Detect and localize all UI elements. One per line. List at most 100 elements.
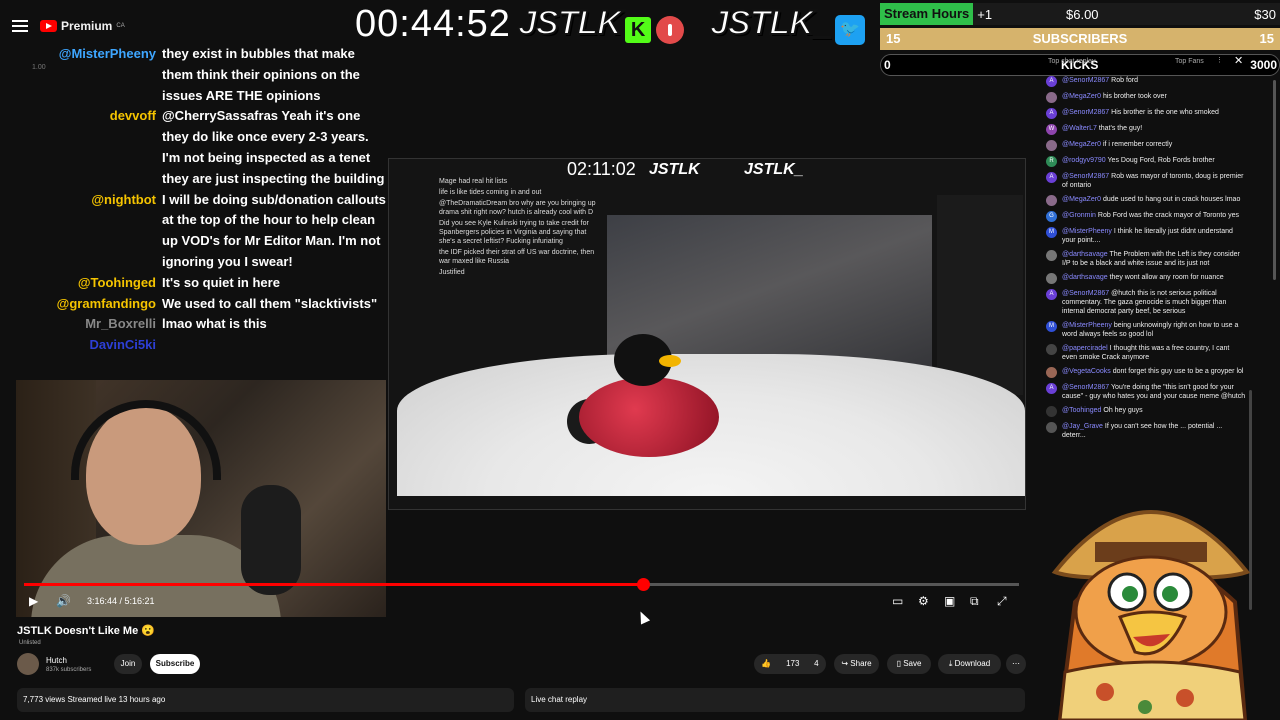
subscribers-bar: SUBSCRIBERS 15 15	[880, 28, 1280, 50]
channel-name[interactable]: Hutch	[46, 656, 67, 665]
chat-avatar[interactable]: A	[1046, 108, 1057, 119]
chat-username[interactable]: @MegaZer0	[1062, 93, 1101, 100]
chat-avatar[interactable]	[1046, 140, 1057, 151]
play-button[interactable]: ▶	[29, 594, 38, 608]
subscribe-button[interactable]: Subscribe	[150, 654, 200, 674]
overlay-chat-message: @gramfandingo We used to call them "slack…	[20, 294, 390, 315]
record-icon	[655, 15, 684, 44]
twitter-brand-text: JSTLK_	[709, 3, 833, 43]
cast-button[interactable]: ⧉	[970, 594, 979, 608]
chat-username[interactable]: @VegetaCooks	[1062, 368, 1111, 375]
chat-text: they wont allow any room for nuance	[1109, 274, 1224, 281]
channel-avatar[interactable]	[17, 653, 39, 675]
video-title-text: JSTLK Doesn't Like Me	[17, 625, 139, 637]
chat-avatar[interactable]	[1046, 422, 1057, 433]
chat-username[interactable]: @darthsavage	[1062, 251, 1108, 258]
fullscreen-button[interactable]: ⤢	[997, 594, 1007, 608]
chat-username[interactable]: @SenorM2867	[1062, 109, 1109, 116]
chat-message: W @WalterL7 that's the guy!	[1046, 124, 1246, 135]
chat-message-body: @darthsavage The Problem with the Left i…	[1062, 250, 1246, 268]
chat-username[interactable]: @rodgyv9790	[1062, 157, 1106, 164]
chat-avatar[interactable]	[1046, 406, 1057, 417]
chat-avatar[interactable]	[1046, 367, 1057, 378]
donation-goal: $30	[1254, 6, 1276, 22]
chat-avatar[interactable]	[1046, 344, 1057, 355]
chat-message-body: @MisterPheeny I think he literally just …	[1062, 227, 1246, 245]
chat-mode-select[interactable]: Top chat replay	[1048, 58, 1095, 65]
chat-username[interactable]: @darthsavage	[1062, 274, 1108, 281]
chat-username[interactable]: @SenorM2867	[1062, 173, 1109, 180]
overlay-chat: @MisterPheeny they exist in bubbles that …	[20, 44, 390, 380]
time-display: 3:16:44 / 5:16:21	[87, 596, 155, 606]
chat-username[interactable]: @MisterPheeny	[1062, 322, 1112, 329]
live-chat-replay[interactable]: Live chat replay	[525, 688, 1025, 712]
settings-button[interactable]: ⚙	[918, 594, 929, 608]
share-button[interactable]: ↪ Share	[834, 654, 879, 674]
progress-scrubber[interactable]	[636, 578, 650, 591]
chat-username[interactable]: @Toohinged	[1062, 407, 1101, 414]
youtube-logo[interactable]: Premium CA	[40, 19, 125, 33]
chat-text: Rob Ford was the crack mayor of Toronto …	[1097, 212, 1240, 219]
chat-message-body: @WalterL7 that's the guy!	[1062, 124, 1142, 135]
chat-avatar[interactable]	[1046, 92, 1057, 103]
chat-avatar[interactable]: A	[1046, 289, 1057, 300]
chat-username[interactable]: @MegaZer0	[1062, 196, 1101, 203]
chat-message: @darthsavage they wont allow any room fo…	[1046, 273, 1246, 284]
volume-button[interactable]: 🔊	[56, 594, 71, 608]
chat-username[interactable]: @SenorM2867	[1062, 77, 1109, 84]
twitter-icon: 🐦	[835, 14, 866, 45]
youtube-play-icon	[40, 20, 57, 32]
chat-avatar[interactable]: A	[1046, 76, 1057, 87]
like-dislike-group[interactable]: 👍 173 4	[754, 654, 826, 674]
stream-hours-bar: Stream Hours +1 $6.00 $30	[880, 3, 1280, 25]
like-icon[interactable]: 👍	[761, 654, 771, 674]
chat-username[interactable]: @SenorM2867	[1062, 384, 1109, 391]
chat-username[interactable]: @SenorM2867	[1062, 290, 1109, 297]
chat-avatar[interactable]: M	[1046, 227, 1057, 238]
chat-avatar[interactable]	[1046, 273, 1057, 284]
overlay-chat-user: @MisterPheeny	[58, 46, 156, 61]
donation-amount: $6.00	[1066, 6, 1099, 22]
overlay-chat-text: It's so quiet in here	[162, 274, 280, 290]
captions-button[interactable]: ▭	[892, 594, 903, 608]
share-label: Share	[850, 659, 872, 668]
save-button[interactable]: ▯ Save	[887, 654, 931, 674]
chat-avatar[interactable]: R	[1046, 156, 1057, 167]
subscribers-goal: 15	[1259, 31, 1274, 46]
chat-username[interactable]: @MisterPheeny	[1062, 228, 1112, 235]
video-title: JSTLK Doesn't Like Me 😮	[17, 624, 155, 637]
download-button[interactable]: ⤓ Download	[938, 654, 1001, 674]
menu-icon[interactable]	[12, 20, 28, 32]
play-icon: ▶	[29, 594, 39, 608]
logo-text: Premium	[61, 19, 113, 33]
stream-hours-label: Stream Hours	[880, 3, 974, 25]
chat-text: dont forget this guy use to be a groyper…	[1112, 368, 1244, 375]
chat-more-icon[interactable]: ⋮	[1216, 56, 1223, 64]
chat-text: if i remember correctly	[1102, 141, 1173, 148]
chat-avatar[interactable]: W	[1046, 124, 1057, 135]
chat-avatar[interactable]: G	[1046, 211, 1057, 222]
more-actions-button[interactable]: ⋯	[1006, 654, 1026, 674]
chat-avatar[interactable]	[1046, 250, 1057, 261]
chat-avatar[interactable]: M	[1046, 321, 1057, 332]
miniplayer-button[interactable]: ▣	[944, 594, 955, 608]
chat-username[interactable]: @WalterL7	[1062, 125, 1097, 132]
chat-username[interactable]: @Gronmin	[1062, 212, 1096, 219]
chat-message-body: @SenorM2867 You're doing the "this isn't…	[1062, 383, 1246, 401]
chat-username[interactable]: @paperciradel	[1062, 345, 1108, 352]
chat-text: that's the guy!	[1098, 125, 1143, 132]
subscribers-count: 15	[886, 31, 901, 46]
top-fans-label[interactable]: Top Fans	[1175, 58, 1204, 65]
chat-message-body: @Gronmin Rob Ford was the crack mayor of…	[1062, 211, 1239, 222]
chat-avatar[interactable]: A	[1046, 172, 1057, 183]
close-icon[interactable]: ✕	[1234, 54, 1243, 67]
chat-username[interactable]: @Jay_Grave	[1062, 423, 1103, 430]
chat-avatar[interactable]	[1046, 195, 1057, 206]
chat-username[interactable]: @MegaZer0	[1062, 141, 1101, 148]
chat-avatar[interactable]: A	[1046, 383, 1057, 394]
join-button[interactable]: Join	[114, 654, 142, 674]
page-scrollbar[interactable]	[1273, 80, 1276, 280]
chat-message: A @SenorM2867 You're doing the "this isn'…	[1046, 383, 1246, 401]
overlay-chat-message: @Toohinged It's so quiet in here	[20, 273, 390, 294]
overlay-chat-user: @Toohinged	[77, 274, 156, 290]
